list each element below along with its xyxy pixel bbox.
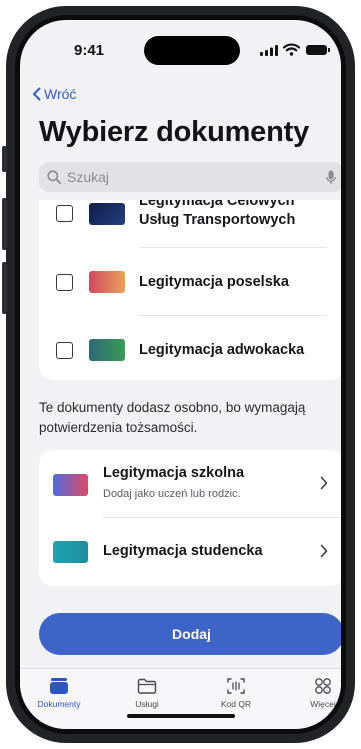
volume-up-button xyxy=(2,198,7,250)
microphone-icon[interactable] xyxy=(326,170,336,185)
list-item[interactable]: Legitymacja poselska xyxy=(39,248,341,316)
list-item[interactable]: Legitymacja studencka xyxy=(39,518,341,586)
tab-label: Więcej xyxy=(310,699,336,709)
checkbox[interactable] xyxy=(56,205,73,222)
tab-label: Dokumenty xyxy=(37,699,81,709)
wifi-icon xyxy=(283,43,300,56)
separate-documents-list: Legitymacja szkolna Dodaj jako uczeń lub… xyxy=(39,450,341,586)
cellular-signal-icon xyxy=(260,45,278,56)
document-card-icon xyxy=(89,339,125,361)
list-item[interactable]: Legitymacja szkolna Dodaj jako uczeń lub… xyxy=(39,450,341,518)
document-label: Legitymacja studencka xyxy=(103,543,263,559)
tab-label: Usługi xyxy=(135,699,159,709)
checkbox[interactable] xyxy=(56,274,73,291)
status-time: 9:41 xyxy=(74,42,105,59)
tab-label: Kod QR xyxy=(220,699,252,709)
screen: 9:41 Wróć Wybierz dokumenty Szukaj Legit… xyxy=(20,20,341,729)
document-card-icon xyxy=(53,541,88,563)
tab-qr-code[interactable]: Kod QR xyxy=(201,677,271,709)
back-button[interactable]: Wróć xyxy=(32,86,76,102)
home-indicator xyxy=(127,714,235,718)
info-note: Te dokumenty dodasz osobno, bo wymagają … xyxy=(39,400,306,435)
dynamic-island xyxy=(144,36,240,65)
chevron-right-icon xyxy=(320,544,328,558)
document-card-icon xyxy=(89,203,125,225)
chevron-right-icon xyxy=(320,476,328,490)
document-label: Legitymacja szkolna xyxy=(103,465,245,481)
documents-list: Legitymacja Celowych Usług Transportowyc… xyxy=(39,200,341,380)
document-card-icon xyxy=(89,271,125,293)
tab-bar: Dokumenty Usługi Kod QR Więcej xyxy=(20,668,341,729)
folder-icon xyxy=(137,678,157,694)
search-field[interactable]: Szukaj xyxy=(39,162,341,192)
list-item[interactable]: Legitymacja adwokacka xyxy=(39,316,341,380)
tab-more[interactable]: Więcej xyxy=(288,677,341,709)
document-label: Legitymacja Celowych xyxy=(139,200,295,209)
document-label: Legitymacja adwokacka xyxy=(139,342,305,358)
tab-services[interactable]: Usługi xyxy=(112,677,182,709)
grid-more-icon xyxy=(315,678,331,694)
chevron-left-icon xyxy=(33,87,41,101)
page-title: Wybierz dokumenty xyxy=(39,116,310,148)
document-label: Legitymacja poselska xyxy=(139,274,289,290)
search-icon xyxy=(47,170,61,184)
checkbox[interactable] xyxy=(56,342,73,359)
back-label: Wróć xyxy=(44,86,77,102)
document-card-icon xyxy=(53,474,88,496)
document-label: Usług Transportowych xyxy=(139,212,296,228)
battery-icon xyxy=(306,45,330,55)
mute-switch xyxy=(2,146,7,172)
qr-scan-icon xyxy=(227,678,245,694)
search-input[interactable]: Szukaj xyxy=(67,169,326,185)
tab-documents[interactable]: Dokumenty xyxy=(24,677,94,709)
wallet-icon xyxy=(50,678,68,694)
list-item[interactable]: Legitymacja Celowych Usług Transportowyc… xyxy=(39,200,341,248)
document-sublabel: Dodaj jako uczeń lub rodzic. xyxy=(103,488,241,500)
volume-down-button xyxy=(2,262,7,314)
status-bar: 9:41 xyxy=(20,20,341,72)
add-button[interactable]: Dodaj xyxy=(39,613,341,655)
